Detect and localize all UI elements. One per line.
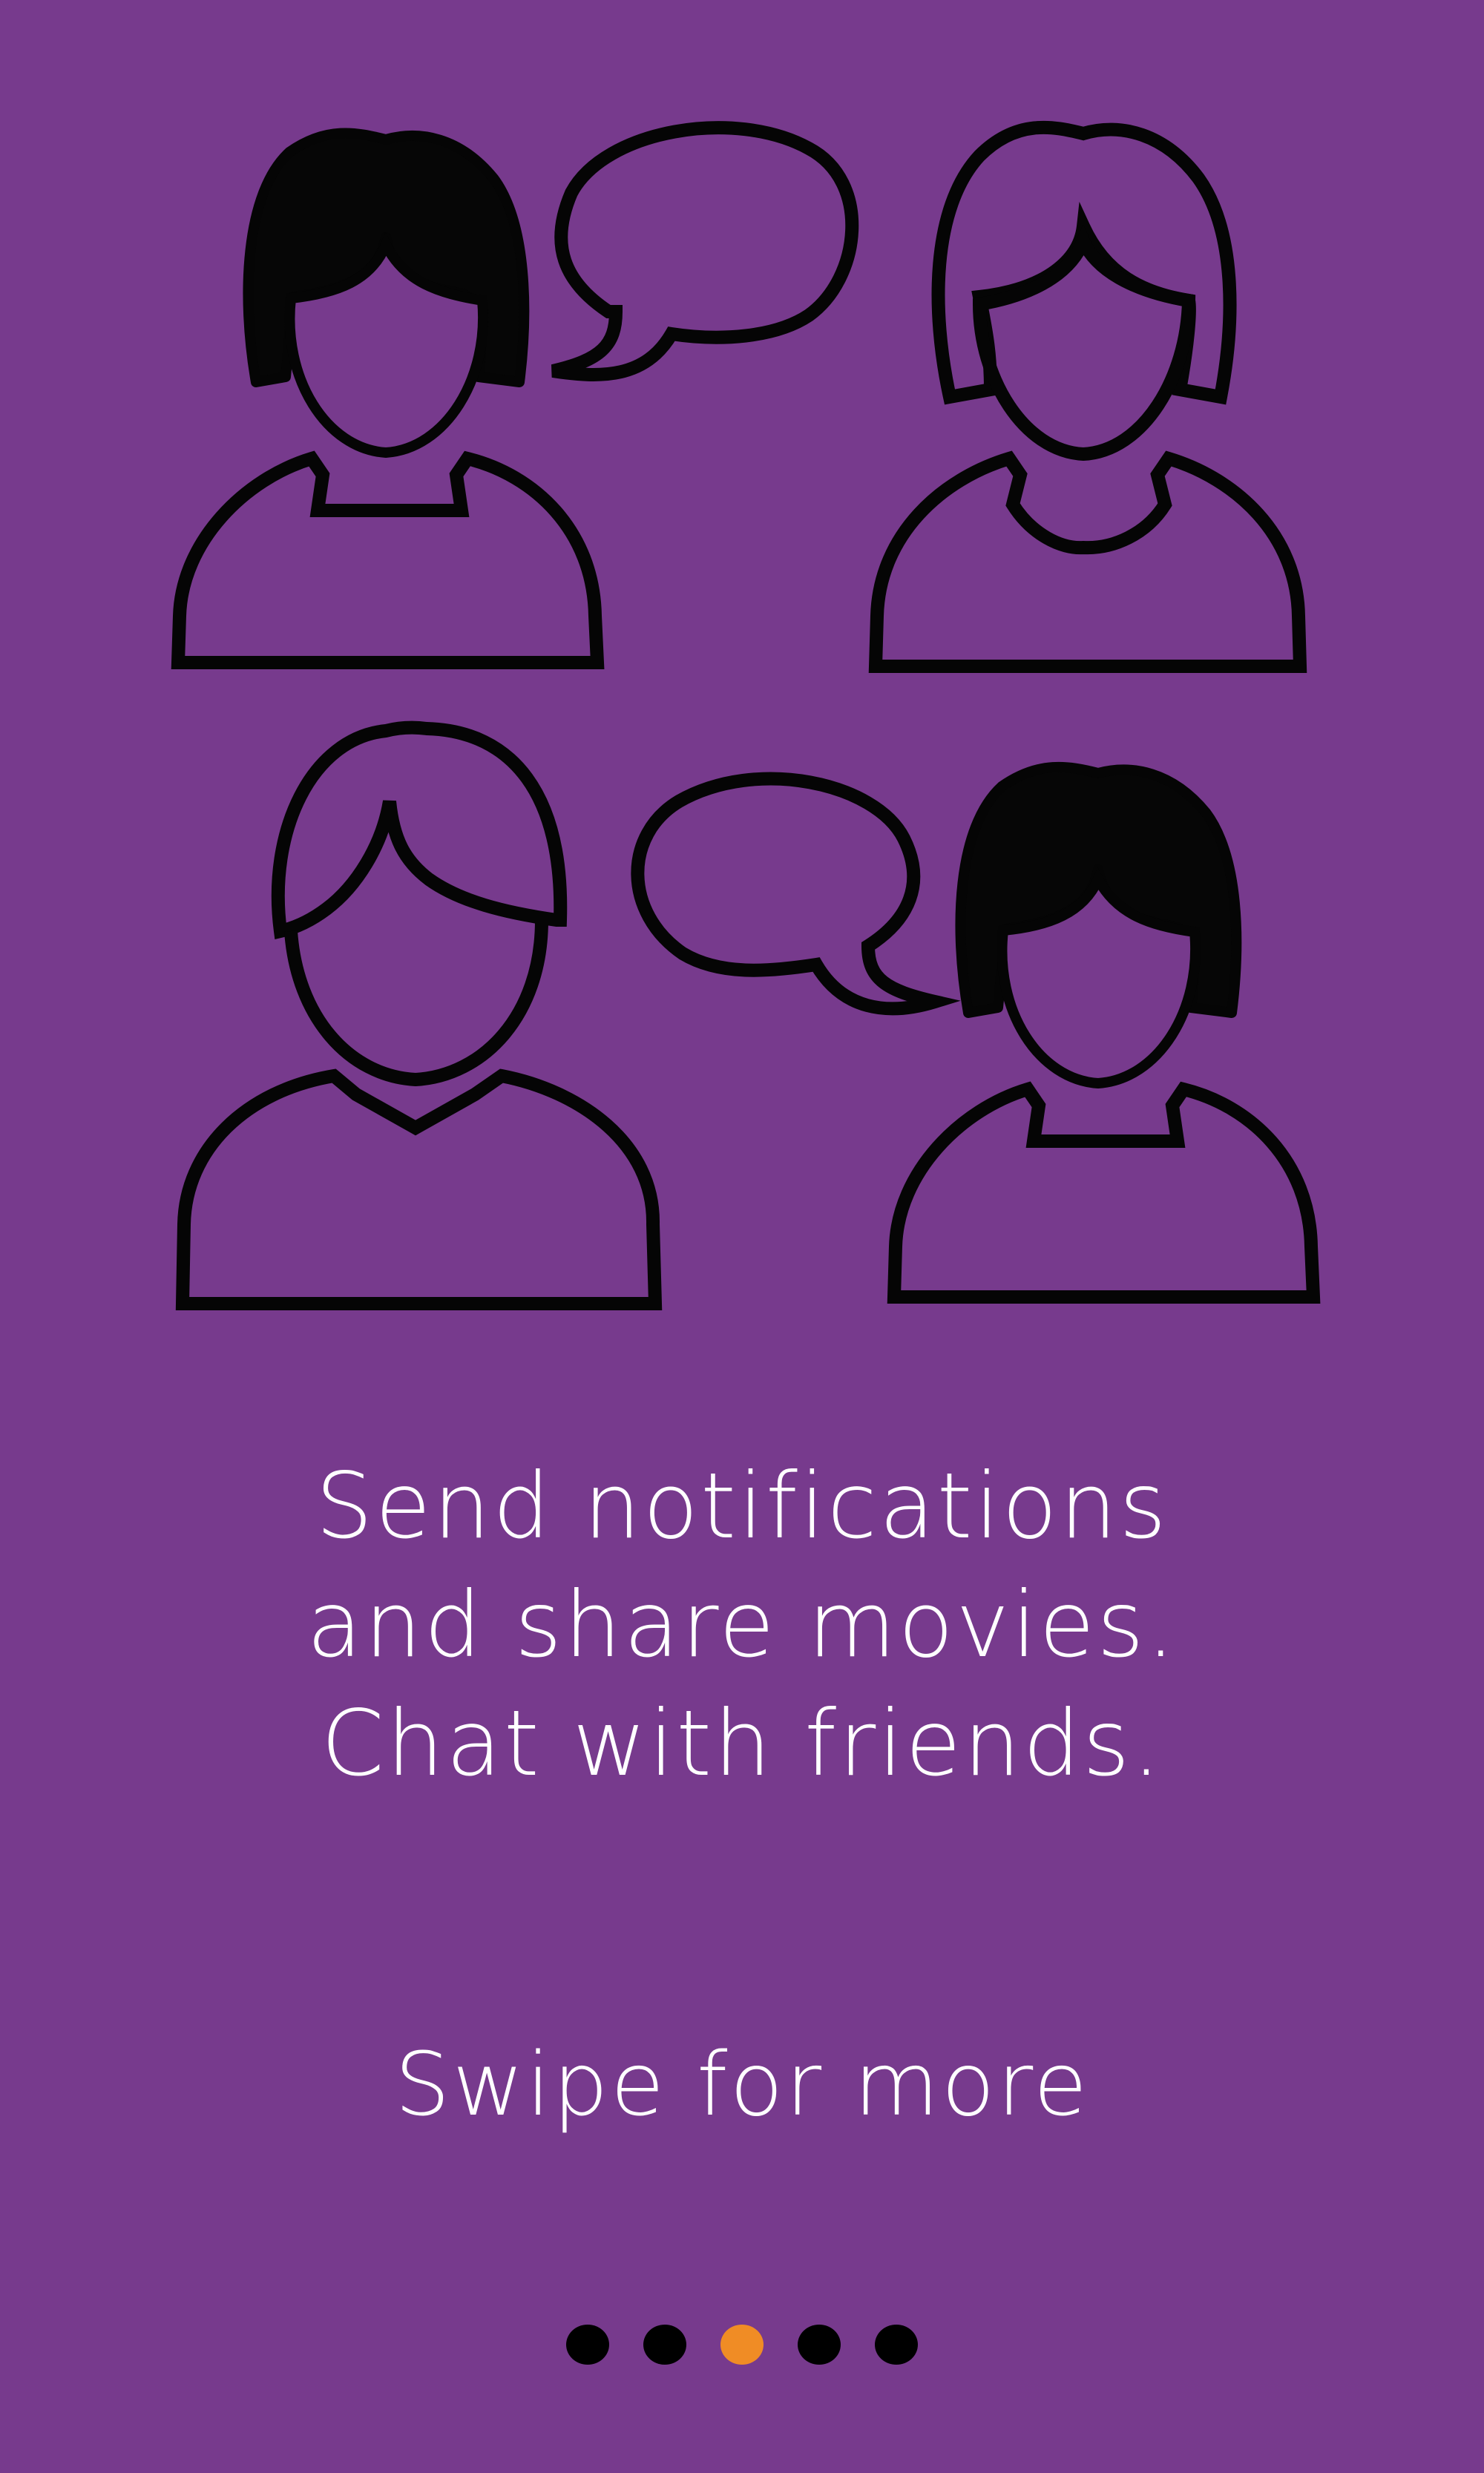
page-indicator <box>0 2325 1484 2368</box>
user-woman-short-hair-icon <box>887 761 1321 1304</box>
page-dot-1[interactable] <box>566 2325 609 2365</box>
message-line: Send notifications <box>315 1454 1169 1559</box>
onboarding-message: Send notifications and share movies. Cha… <box>0 1447 1484 1803</box>
page-dot-5[interactable] <box>875 2325 918 2365</box>
speech-bubble-icon <box>631 772 961 1016</box>
message-line: Chat with friends. <box>321 1691 1163 1796</box>
user-woman-short-hair-icon <box>171 128 605 669</box>
page-dot-3-active[interactable] <box>720 2325 764 2365</box>
user-woman-long-hair-icon <box>868 120 1307 673</box>
onboarding-illustration <box>0 0 1484 1336</box>
onboarding-screen: Send notifications and share movies. Cha… <box>0 0 1484 2473</box>
page-dot-4[interactable] <box>798 2325 841 2365</box>
speech-bubble-icon <box>551 121 859 381</box>
swipe-hint[interactable]: Swipe for more <box>0 2033 1484 2135</box>
page-dot-2[interactable] <box>643 2325 686 2365</box>
message-line: and share movies. <box>306 1572 1178 1678</box>
user-man-icon <box>175 720 663 1310</box>
